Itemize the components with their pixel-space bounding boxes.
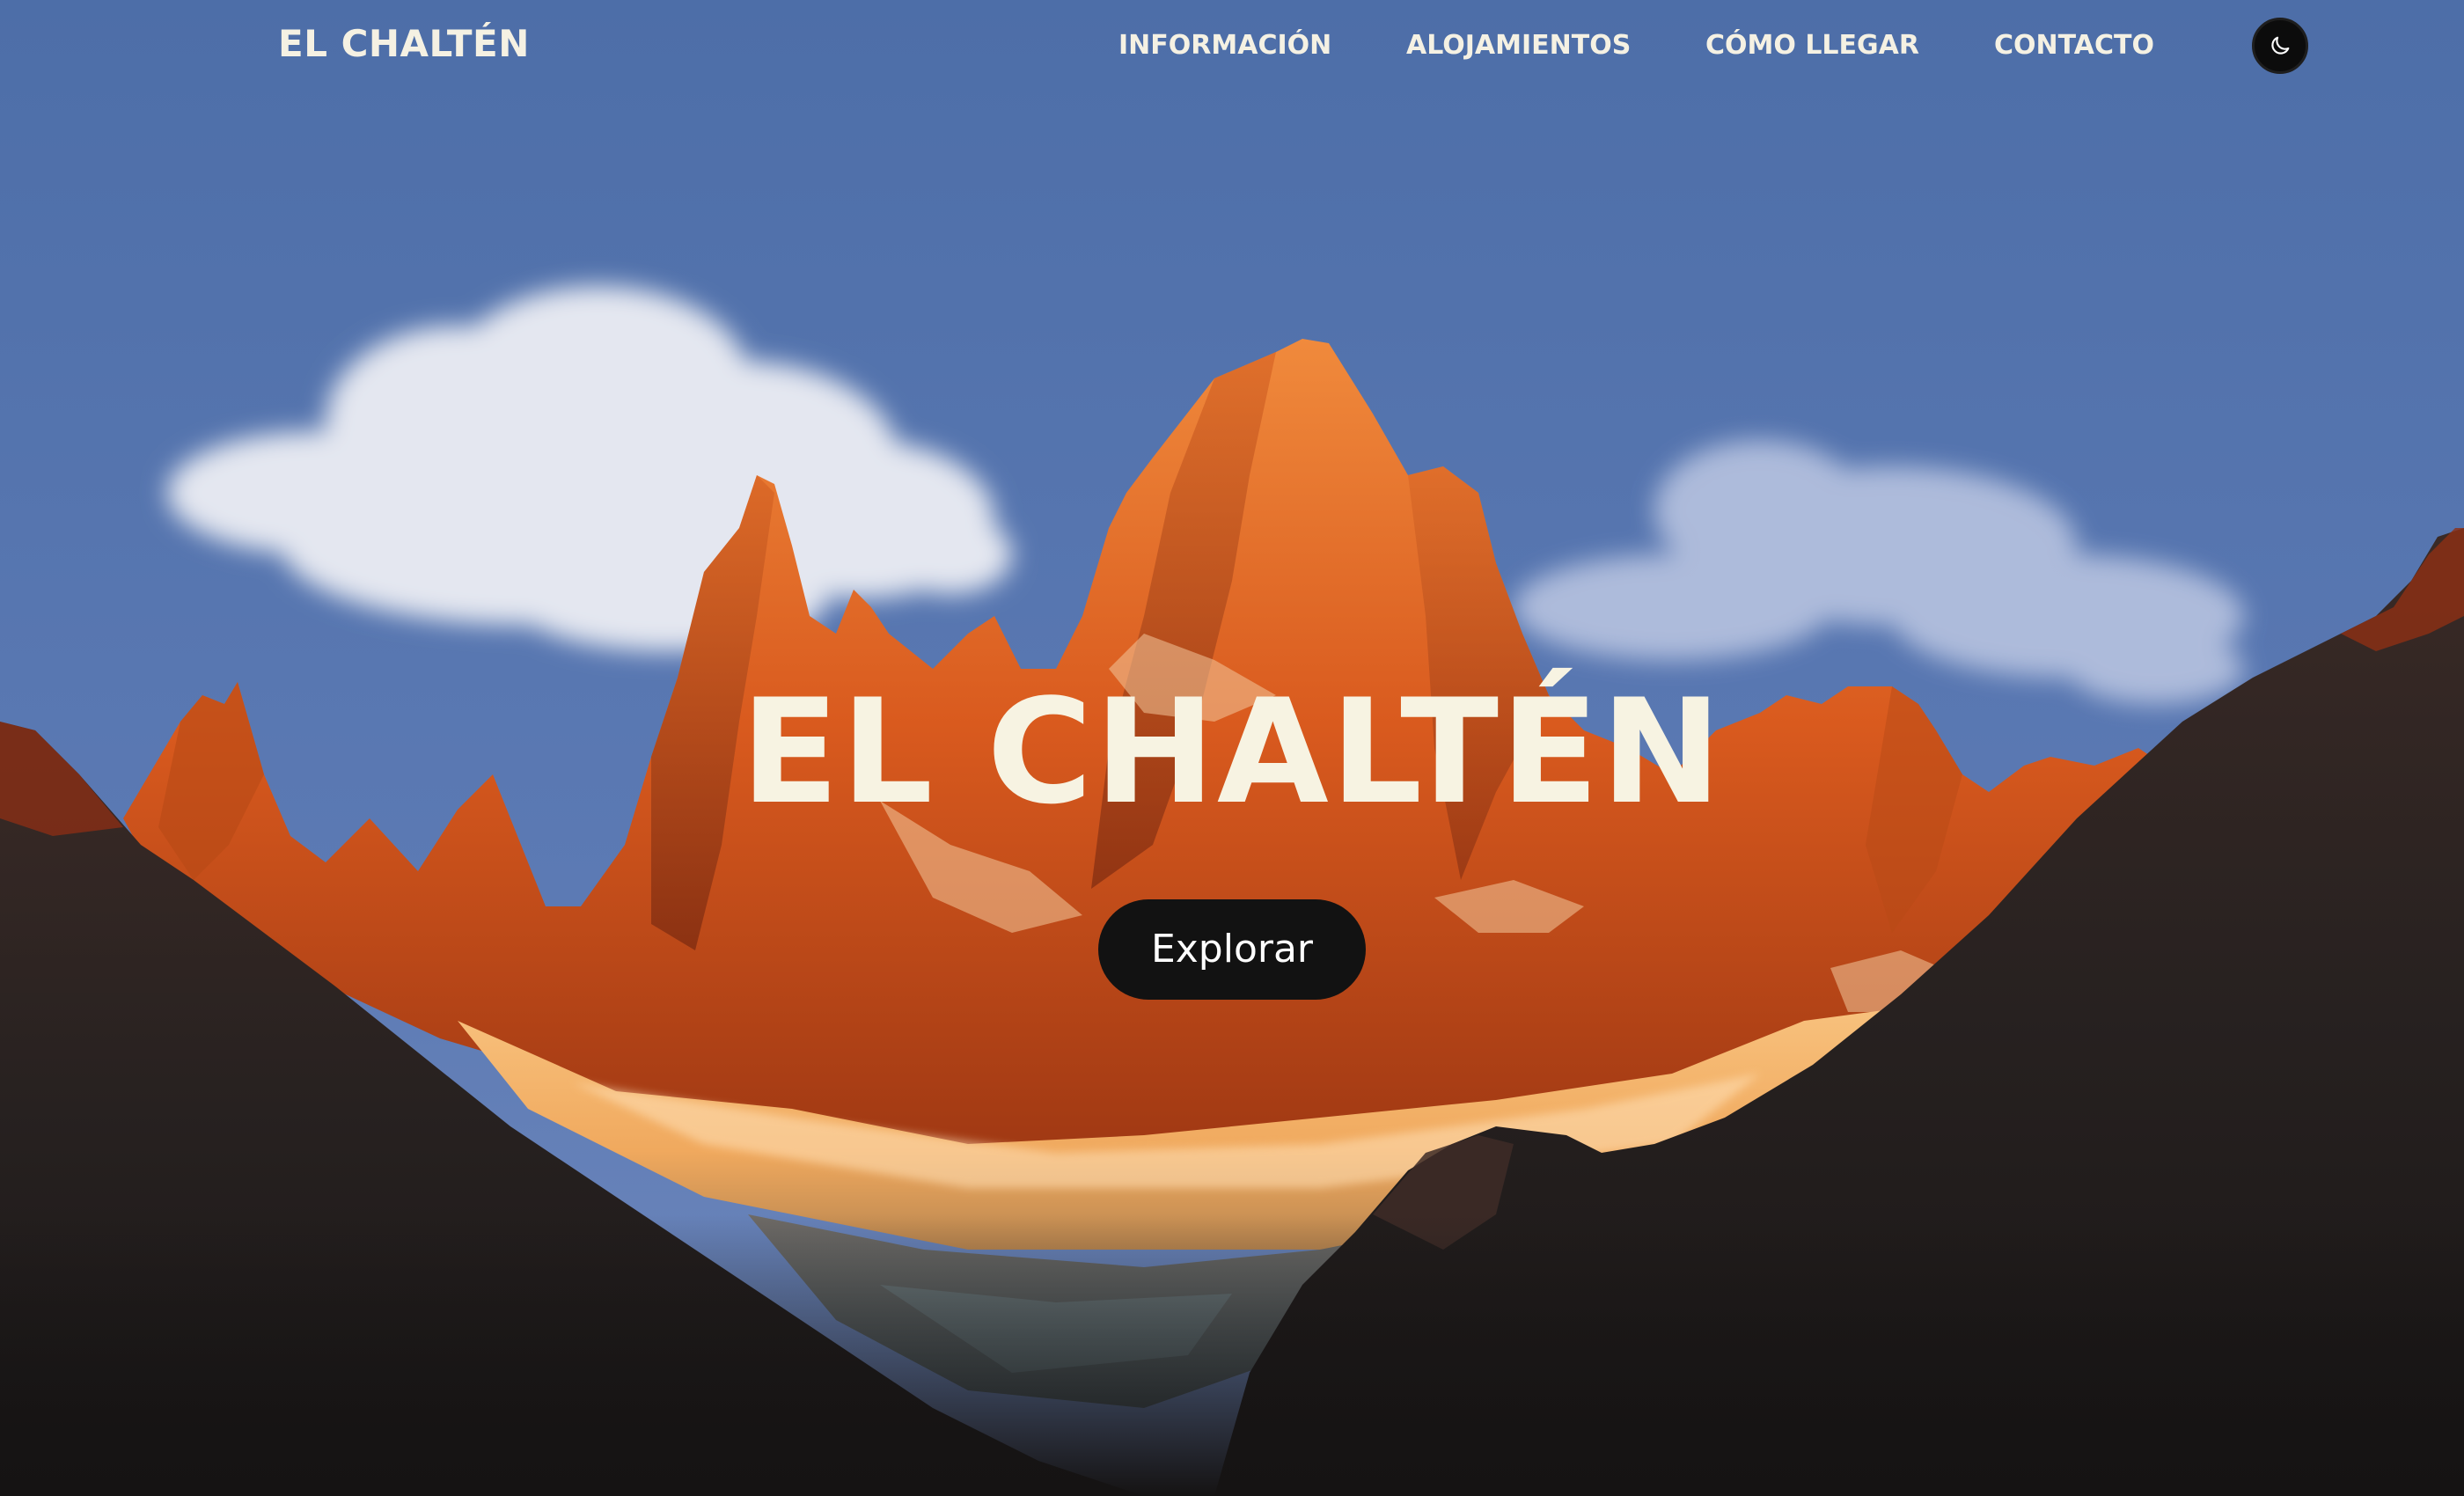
explore-button[interactable]: Explorar	[1098, 899, 1366, 1000]
theme-toggle-button[interactable]	[2252, 18, 2308, 74]
hero-title: EL CHALTÉN	[740, 668, 1724, 836]
navbar: EL CHALTÉN INFORMACIÓN ALOJAMIENTOS CÓMO…	[0, 0, 2464, 92]
nav-links: INFORMACIÓN ALOJAMIENTOS CÓMO LLEGAR CON…	[1056, 26, 2156, 65]
brand-logo-link[interactable]: EL CHALTÉN	[278, 19, 530, 69]
nav-link-alojamientos[interactable]: ALOJAMIENTOS	[1406, 26, 1631, 65]
nav-link-como-llegar[interactable]: CÓMO LLEGAR	[1705, 26, 1919, 65]
nav-link-informacion[interactable]: INFORMACIÓN	[1118, 26, 1331, 65]
nav-link-contacto[interactable]: CONTACTO	[1994, 26, 2154, 65]
page: EL CHALTÉN INFORMACIÓN ALOJAMIENTOS CÓMO…	[0, 0, 2464, 1496]
moon-icon	[2271, 36, 2290, 55]
